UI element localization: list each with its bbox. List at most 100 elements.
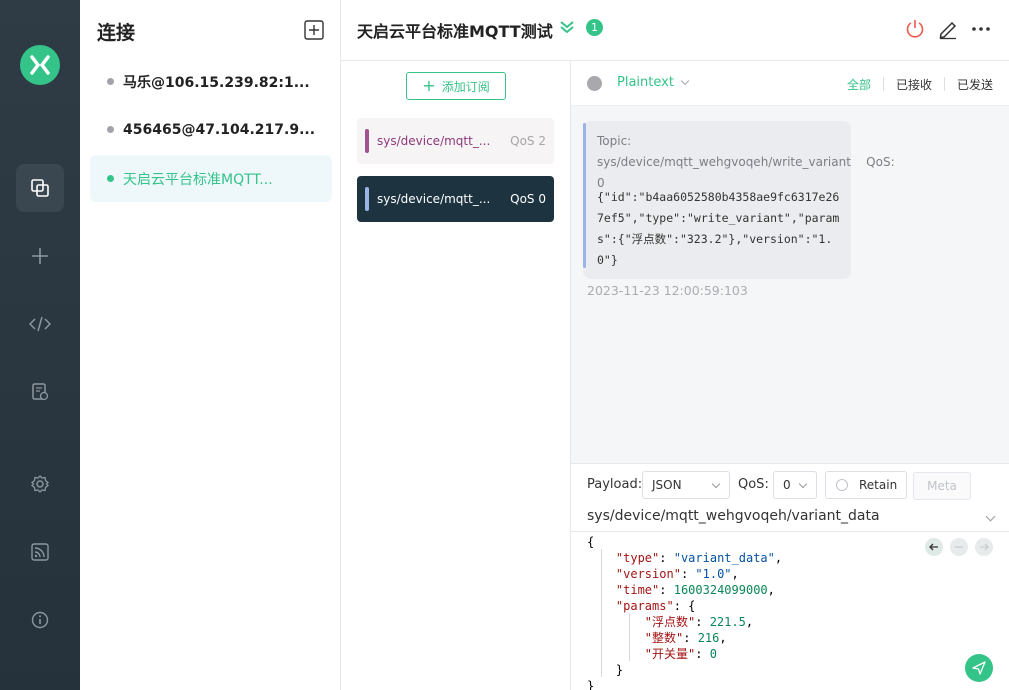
payload-code: { "type": "variant_data", "version": "1.… [587, 534, 782, 690]
connection-label: 天启云平台标准MQTT... [123, 171, 273, 188]
filter-all[interactable]: 全部 [847, 76, 871, 93]
minus-icon [955, 546, 963, 548]
message-color-bar [583, 123, 586, 268]
message-time: 2023-11-23 12:00:59:103 [587, 283, 748, 298]
settings-icon [31, 475, 49, 493]
code-line: } [587, 663, 624, 677]
message-bubble[interactable]: Topic: sys/device/mqtt_wehgvoqeh/write_v… [583, 121, 895, 279]
feed-nav-button[interactable] [16, 528, 64, 576]
history-back-button[interactable] [925, 538, 943, 556]
status-dot [107, 126, 114, 133]
log-icon [32, 383, 49, 401]
add-subscription-label: 添加订阅 [441, 79, 490, 94]
messages-area: Plaintext 全部 已接收 已发送 Topic: sys/device/m… [571, 61, 1009, 463]
chevron-down-icon [798, 479, 808, 489]
add-connection-button[interactable] [304, 20, 324, 40]
qos-value: 0 [783, 478, 791, 492]
feed-icon [31, 543, 49, 561]
disconnect-button[interactable] [904, 18, 926, 40]
arrow-left-icon [929, 543, 938, 551]
chevron-down-icon [680, 76, 690, 86]
retain-label: Retain [859, 478, 898, 492]
publish-area: Payload: JSON QoS: 0 Retain Meta sys/dev… [571, 463, 1009, 690]
connection-item[interactable]: 马乐@106.15.239.82:1... [90, 58, 332, 105]
subscription-color-bar [365, 129, 369, 153]
connections-nav-button[interactable] [16, 164, 64, 212]
status-dot [107, 78, 114, 85]
code-line: "浮点数": 221.5, [644, 615, 754, 629]
new-connection-nav-button[interactable] [16, 232, 64, 280]
payload-editor[interactable]: { "type": "variant_data", "version": "1.… [571, 531, 1009, 690]
qos-label: QoS: [738, 477, 769, 492]
connection-label: 456465@47.104.217.9... [123, 121, 316, 138]
script-nav-button[interactable] [16, 300, 64, 348]
code-line: "params": { [615, 599, 696, 613]
subscription-topic: sys/device/mqtt_... [377, 134, 491, 148]
payload-format-select[interactable]: JSON [642, 471, 730, 499]
qos-select[interactable]: 0 [773, 471, 817, 499]
divider [944, 77, 945, 91]
format-select[interactable]: Plaintext [617, 75, 690, 90]
connections-title: 连接 [97, 22, 136, 44]
format-value: Plaintext [617, 75, 674, 90]
arrow-right-icon [980, 543, 989, 551]
logo-x-icon [30, 55, 50, 75]
subscriptions-panel: + 添加订阅 sys/device/mqtt_... QoS 2 sys/dev… [341, 61, 571, 690]
filter-received[interactable]: 已接收 [896, 76, 932, 93]
log-nav-button[interactable] [16, 368, 64, 416]
code-line: "开关量": 0 [644, 647, 717, 661]
nav-rail [0, 0, 80, 690]
history-forward-button[interactable] [975, 538, 993, 556]
connections-panel: 连接 马乐@106.15.239.82:1... 456465@47.104.2… [80, 0, 341, 690]
double-chevron-down-icon [560, 21, 574, 34]
subscription-qos: QoS 0 [510, 192, 546, 206]
connection-item-active[interactable]: 天启云平台标准MQTT... [90, 155, 332, 202]
subscription-topic: sys/device/mqtt_... [377, 192, 491, 206]
connections-icon [31, 179, 49, 197]
add-subscription-button[interactable]: + 添加订阅 [406, 72, 506, 100]
subscription-color-bar [365, 187, 369, 211]
connection-item[interactable]: 456465@47.104.217.9... [90, 106, 332, 153]
add-box-icon [304, 20, 324, 40]
unread-badge: 1 [586, 19, 603, 36]
history-clear-button[interactable] [950, 538, 968, 556]
messages-toolbar: Plaintext 全部 已接收 已发送 [571, 61, 1009, 106]
more-icon [972, 27, 990, 31]
subscription-item-selected[interactable]: sys/device/mqtt_... QoS 0 [357, 176, 554, 222]
message-topic-line: Topic: sys/device/mqtt_wehgvoqeh/write_v… [597, 134, 851, 169]
code-line: "version": "1.0", [615, 567, 739, 581]
meta-button[interactable]: Meta [913, 472, 971, 500]
collapse-button[interactable] [558, 18, 576, 36]
payload-format-value: JSON [652, 478, 682, 492]
info-icon [31, 611, 49, 629]
retain-radio [836, 479, 848, 491]
plus-icon [32, 248, 48, 264]
power-icon [906, 20, 924, 38]
connection-title: 天启云平台标准MQTT测试 [357, 22, 553, 41]
send-icon [972, 661, 986, 675]
code-line: "time": 1600324099000, [615, 583, 775, 597]
message-payload: {"id":"b4aa6052580b4358ae9fc6317e267ef5"… [597, 190, 840, 267]
connection-label: 马乐@106.15.239.82:1... [123, 74, 310, 91]
edit-icon [939, 21, 957, 40]
more-button[interactable] [970, 18, 992, 40]
plus-icon: + [422, 76, 436, 95]
chevron-down-icon [711, 479, 721, 489]
retain-toggle[interactable]: Retain [825, 471, 907, 499]
send-button[interactable] [965, 654, 993, 682]
chevron-down-icon[interactable] [985, 511, 996, 522]
filter-sent[interactable]: 已发送 [957, 76, 993, 93]
format-icon [587, 76, 602, 91]
subscription-item[interactable]: sys/device/mqtt_... QoS 2 [357, 118, 554, 164]
code-line: { [587, 535, 595, 549]
code-line: } [587, 679, 595, 690]
status-dot [107, 175, 114, 182]
publish-topic-input[interactable]: sys/device/mqtt_wehgvoqeh/variant_data [587, 508, 880, 524]
about-nav-button[interactable] [16, 596, 64, 644]
code-line: "整数": 216, [644, 631, 727, 645]
connection-header: 天启云平台标准MQTT测试 1 [341, 0, 1009, 61]
settings-nav-button[interactable] [16, 460, 64, 508]
edit-connection-button[interactable] [937, 18, 959, 40]
divider [883, 77, 884, 91]
code-line: "type": "variant_data", [615, 551, 783, 565]
